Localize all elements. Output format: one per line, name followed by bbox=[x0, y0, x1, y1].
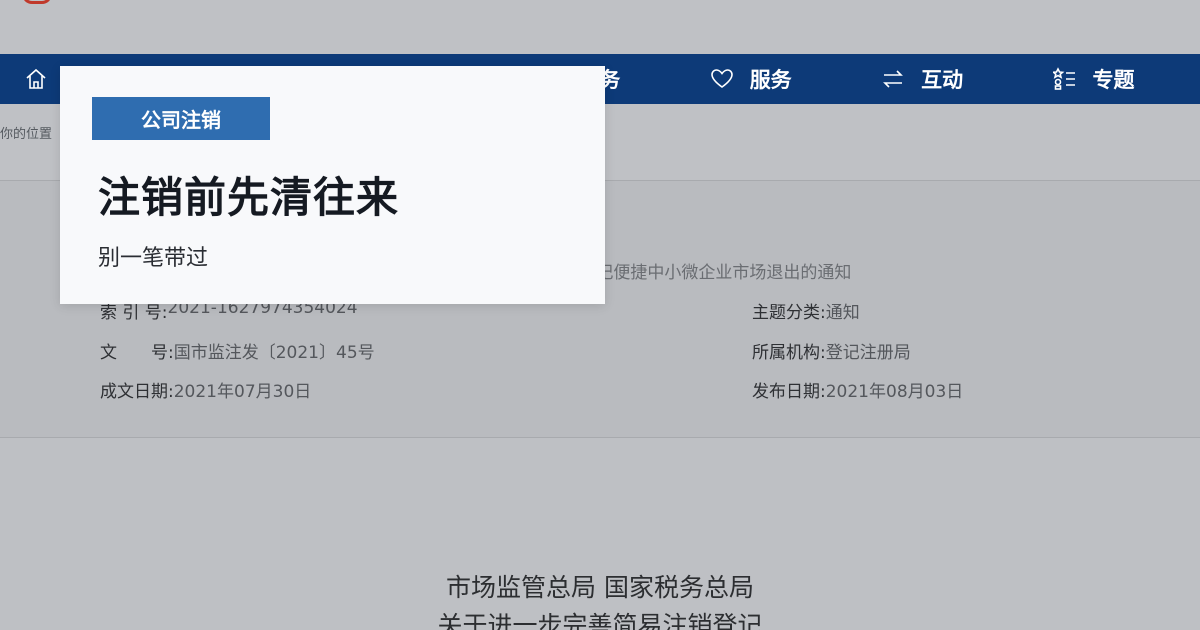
meta-publish-date: 发布日期: 2021年08月03日 bbox=[752, 377, 963, 402]
meta-value: 2021年08月03日 bbox=[825, 382, 964, 402]
nav-item-services[interactable]: 服务 bbox=[686, 64, 857, 94]
card-subtitle: 别一笔带过 bbox=[98, 246, 209, 271]
nav-item-label: 专题 bbox=[1092, 68, 1135, 92]
topic-list-icon bbox=[1052, 67, 1075, 90]
meta-document-number: 文 号: 国市监注发〔2021〕45号 bbox=[100, 338, 375, 363]
overlay-card: 公司注销 注销前先清往来 别一笔带过 bbox=[60, 66, 605, 304]
meta-value: 通知 bbox=[825, 303, 860, 323]
breadcrumb-label: 你的位置 bbox=[0, 127, 53, 142]
heart-icon bbox=[710, 69, 733, 88]
card-tag: 公司注销 bbox=[92, 97, 270, 140]
meta-value: 2021年07月30日 bbox=[173, 382, 312, 402]
meta-label: 发布日期: bbox=[752, 382, 826, 402]
nav-item-interaction[interactable]: 互动 bbox=[857, 64, 1028, 94]
nav-item-label: 服务 bbox=[749, 68, 792, 92]
meta-date-written: 成文日期: 2021年07月30日 bbox=[100, 377, 311, 402]
document-heading-line-1: 市场监管总局 国家税务总局 bbox=[446, 573, 754, 602]
meta-label: 成文日期: bbox=[100, 382, 174, 402]
meta-value: 国市监注发〔2021〕45号 bbox=[173, 343, 375, 363]
nav-item-topics[interactable]: 专题 bbox=[1029, 64, 1200, 94]
exchange-icon bbox=[883, 70, 904, 88]
meta-category: 主题分类: 通知 bbox=[752, 298, 860, 323]
meta-value: 登记注册局 bbox=[825, 343, 911, 363]
meta-label: 主题分类: bbox=[752, 303, 826, 323]
meta-label: 文 号: bbox=[100, 343, 174, 363]
meta-label: 所属机构: bbox=[752, 343, 826, 363]
document-body: 市场监管总局 国家税务总局 关于进一步完善简易注销登记 bbox=[0, 438, 1200, 630]
document-heading-line-2: 关于进一步完善简易注销登记 bbox=[437, 611, 763, 630]
card-title: 注销前先清往来 bbox=[98, 173, 400, 222]
site-logo-fragment bbox=[22, 0, 52, 4]
nav-item-label: 互动 bbox=[921, 68, 964, 92]
home-icon bbox=[26, 68, 46, 89]
meta-agency: 所属机构: 登记注册局 bbox=[752, 338, 911, 363]
